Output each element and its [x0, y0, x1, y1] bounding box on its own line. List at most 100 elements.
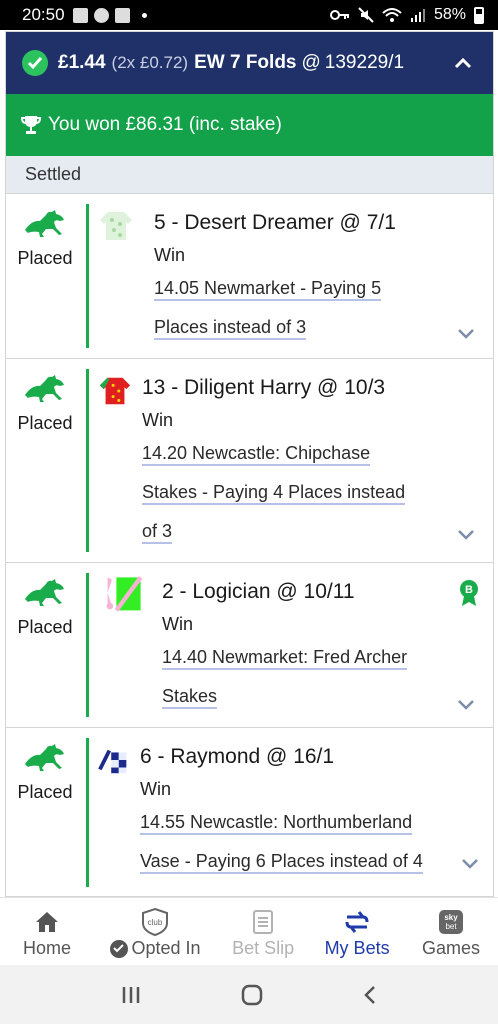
nav-bet-slip-label: Bet Slip: [232, 938, 295, 958]
leg-event-line[interactable]: Vase - Paying 6 Places instead of 4: [140, 843, 493, 880]
nav-games[interactable]: sky bet Games: [404, 898, 498, 965]
bet-leg[interactable]: Placed 5 - Desert Dreamer @ 7/1 Win 14.0…: [6, 194, 493, 359]
red-green-silk-icon: [99, 377, 131, 405]
opted-in-check-icon: [109, 939, 128, 958]
leg-event-line[interactable]: 14.20 Newcastle: Chipchase: [142, 435, 405, 472]
leg-divider: [86, 738, 89, 887]
trophy-icon: [20, 114, 42, 136]
leg-divider: [86, 204, 89, 348]
leg-status: Placed: [6, 194, 84, 358]
bet-stake-detail: (2x £0.72): [111, 53, 189, 72]
leg-event-line[interactable]: Stakes: [162, 678, 493, 715]
svg-text:sky: sky: [444, 913, 458, 922]
mute-icon: [358, 7, 374, 23]
horse-racing-icon: [25, 210, 64, 237]
status-bar: 20:50 58%: [0, 0, 498, 30]
clock: 20:50: [22, 5, 65, 24]
expand-chevron-icon[interactable]: [457, 529, 475, 541]
bet-stake: £1.44: [58, 52, 106, 73]
nav-my-bets-label: My Bets: [324, 938, 390, 958]
leg-market: Win: [142, 410, 173, 430]
leg-status-text: Placed: [17, 248, 73, 268]
expand-chevron-icon[interactable]: [457, 699, 475, 711]
recent-apps-icon[interactable]: [120, 985, 142, 1005]
blue-white-silk-icon: [98, 749, 127, 774]
bet-header[interactable]: £1.44 (2x £0.72) EW 7 Folds @ 139229/1: [6, 32, 493, 94]
leg-detail: 2 - Logician @ 10/11 Win 14.40 Newmarket…: [98, 563, 493, 727]
nav-bet-slip[interactable]: Bet Slip: [216, 898, 310, 965]
bottom-navigation: Home club Opted In Bet Slip My Bets sky b…: [0, 897, 498, 965]
leg-status: Placed: [6, 359, 84, 562]
bet-at-symbol: @: [301, 52, 321, 73]
nav-club[interactable]: club Opted In: [94, 898, 216, 965]
leg-detail: 5 - Desert Dreamer @ 7/1 Win 14.05 Newma…: [98, 194, 396, 358]
leg-event-line[interactable]: of 3: [142, 513, 405, 550]
svg-text:bet: bet: [445, 922, 457, 931]
bet-slip-icon: [252, 908, 274, 936]
battery-icon: [474, 6, 484, 24]
leg-event-line[interactable]: Stakes - Paying 4 Places instead: [142, 474, 406, 511]
nav-home[interactable]: Home: [0, 898, 94, 965]
green-pink-silk-icon: [106, 576, 143, 612]
leg-event-line[interactable]: 14.40 Newmarket: Fred Archer: [162, 639, 493, 676]
horse-racing-icon: [25, 579, 64, 606]
bet-leg[interactable]: Placed 6 - Raymond @ 16/1 Win 14.55 Newc…: [6, 728, 493, 896]
leg-status-text: Placed: [17, 782, 73, 802]
system-navigation-bar: [0, 965, 498, 1024]
leg-market: Win: [140, 779, 171, 799]
won-banner: You won £86.31 (inc. stake): [6, 94, 493, 156]
nav-home-label: Home: [22, 938, 71, 958]
swap-arrows-icon: [343, 908, 371, 936]
leg-event-line[interactable]: 14.05 Newmarket - Paying 5: [154, 270, 396, 307]
signal-icon: [410, 9, 425, 22]
home-icon: [34, 908, 60, 936]
bet-leg[interactable]: Placed 2 - Logician @ 10/11 Win 14.40 Ne…: [6, 563, 493, 728]
notification-icons: [72, 7, 147, 23]
nav-games-label: Games: [422, 938, 481, 958]
battery-percent: 58%: [433, 6, 466, 23]
horse-racing-icon: [25, 744, 64, 771]
more-notifications-dot: [141, 12, 147, 18]
club-shield-icon: club: [140, 907, 170, 937]
expand-chevron-icon[interactable]: [457, 328, 475, 340]
horse-racing-icon: [25, 375, 64, 402]
won-message: You won £86.31 (inc. stake): [48, 114, 282, 135]
bet-type: EW 7 Folds: [194, 52, 297, 73]
home-button-icon[interactable]: [241, 984, 263, 1006]
leg-selection: 6 - Raymond @ 16/1: [140, 745, 335, 768]
expand-chevron-icon[interactable]: [461, 858, 479, 870]
leg-market: Win: [154, 245, 185, 265]
wifi-icon: [382, 8, 402, 22]
leg-selection: 5 - Desert Dreamer @ 7/1: [154, 211, 396, 234]
leg-selection: 2 - Logician @ 10/11: [162, 580, 355, 603]
key-icon: [329, 10, 349, 20]
back-icon[interactable]: [362, 985, 378, 1005]
leg-status: Placed: [6, 728, 84, 896]
collapse-chevron-icon[interactable]: [449, 49, 477, 77]
bet-leg[interactable]: Placed 13 - Diligent Harry @ 10/3 Win 14…: [6, 359, 493, 563]
leg-status-text: Placed: [17, 617, 73, 637]
nav-opted-in-label: Opted In: [109, 938, 201, 959]
calendar-icon: [72, 7, 88, 23]
system-status: 58%: [329, 6, 484, 24]
leg-event-line[interactable]: Places instead of 3: [154, 309, 396, 346]
svg-text:B: B: [465, 584, 473, 596]
price-boost-badge-icon: B: [460, 580, 478, 606]
bet-card: £1.44 (2x £0.72) EW 7 Folds @ 139229/1 Y…: [5, 31, 494, 897]
settled-check-icon: [22, 50, 48, 76]
app-notification-icon: [93, 7, 109, 23]
sky-bet-games-icon: sky bet: [438, 908, 464, 936]
leg-market: Win: [162, 614, 193, 634]
leg-event-line[interactable]: 14.55 Newcastle: Northumberland: [140, 804, 493, 841]
svg-text:club: club: [148, 918, 163, 927]
leg-detail: 13 - Diligent Harry @ 10/3 Win 14.20 New…: [98, 359, 406, 562]
nav-my-bets[interactable]: My Bets: [310, 898, 404, 965]
leg-status: Placed: [6, 563, 84, 727]
leg-divider: [86, 573, 89, 717]
bet-odds: 139229/1: [324, 52, 405, 73]
image-notification-icon: [114, 7, 130, 23]
leg-detail: 6 - Raymond @ 16/1 Win 14.55 Newcastle: …: [98, 728, 493, 896]
green-white-silk-icon: [100, 212, 132, 240]
leg-status-text: Placed: [17, 413, 73, 433]
settled-section-label: Settled: [6, 156, 493, 194]
